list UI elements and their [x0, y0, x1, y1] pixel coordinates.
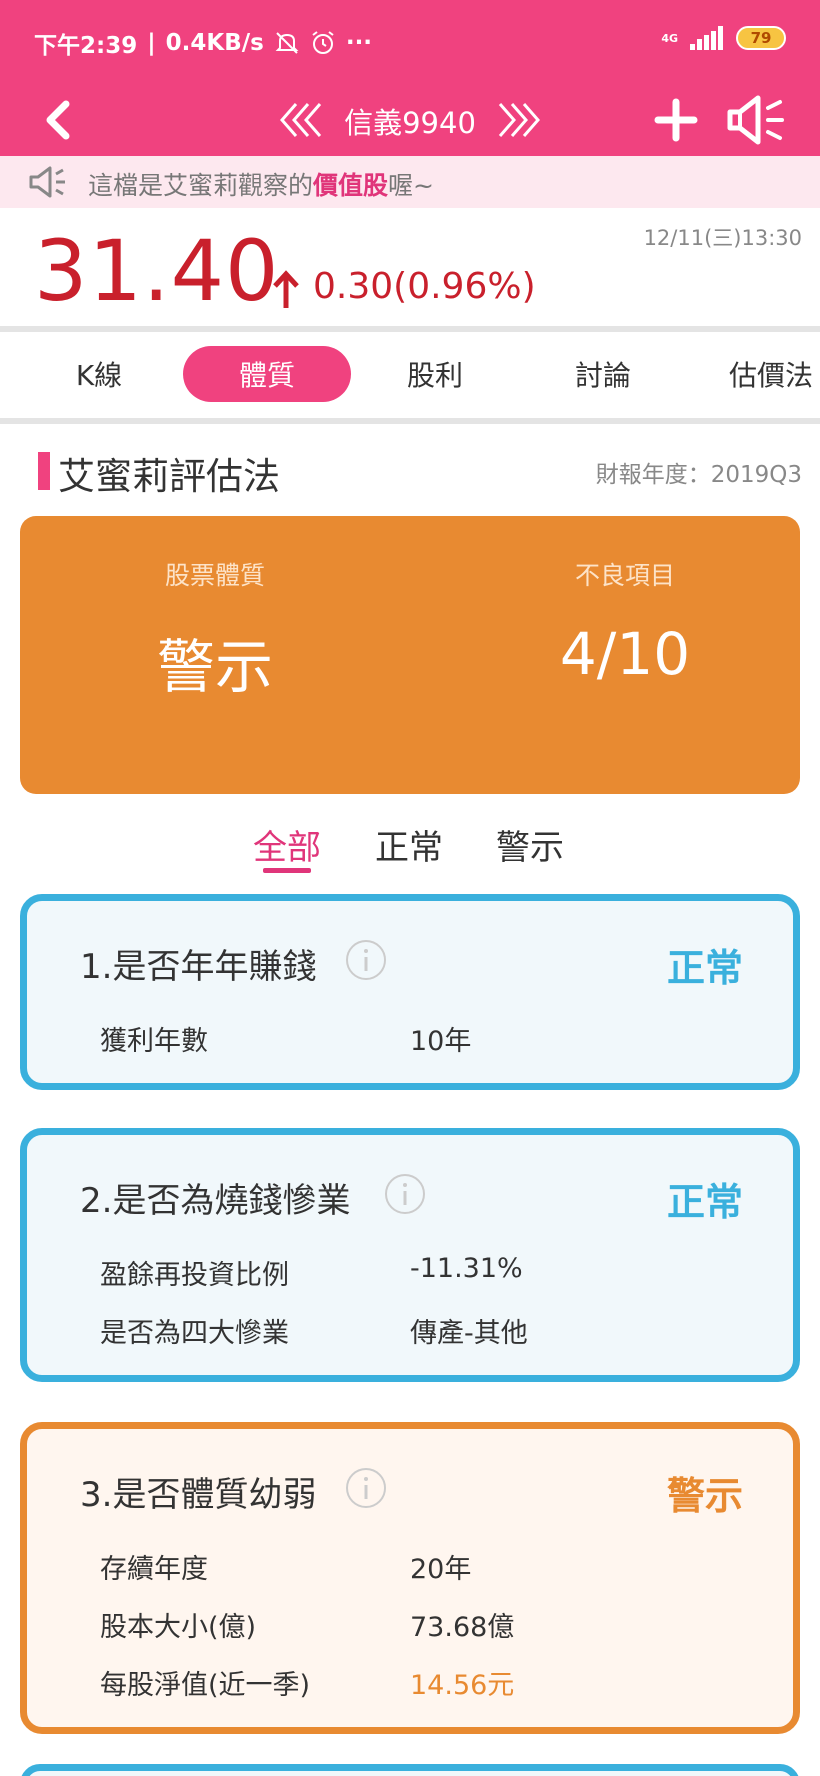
criteria-status: 正常 [666, 1180, 743, 1224]
row-value: 73.68億 [410, 1612, 515, 1643]
tab-quality[interactable]: 體質 [183, 346, 351, 402]
bad-items-value: 4/10 [559, 620, 691, 688]
row-value: 10年 [410, 1026, 472, 1057]
criteria-row: 獲利年數 10年 [27, 1019, 793, 1059]
info-icon[interactable] [345, 939, 387, 981]
criteria-row: 股本大小(億) 73.68億 [27, 1605, 793, 1645]
tab-kline[interactable]: K線 [15, 346, 183, 402]
row-label: 股本大小(億) [100, 1612, 257, 1643]
criteria-title: 2.是否為燒錢慘業 [80, 1181, 351, 1221]
section-accent-bar [38, 452, 50, 490]
price-change: 0.30(0.96%) [313, 266, 536, 307]
quality-summary: 股票體質 警示 [65, 556, 365, 704]
criteria-row: 存續年度 20年 [27, 1547, 793, 1587]
status-left: 下午2:39 | 0.4KB/s ··· [34, 26, 372, 60]
announcement-speaker-icon [29, 166, 65, 198]
criteria-card[interactable] [20, 1764, 800, 1776]
row-label: 獲利年數 [100, 1026, 208, 1057]
filter-all[interactable]: 全部 [253, 820, 321, 869]
section-title: 艾蜜莉評估法 [58, 455, 280, 498]
announcement-text-after: 喔~ [388, 171, 434, 200]
row-label: 是否為四大慘業 [100, 1318, 289, 1349]
status-time: 下午2:39 [34, 33, 138, 59]
back-icon[interactable] [38, 96, 78, 144]
filter-tabs: 全部 正常 警示 [0, 820, 820, 880]
criteria-card[interactable]: 1.是否年年賺錢 正常 獲利年數 10年 [20, 894, 800, 1090]
tab-discussion[interactable]: 討論 [519, 346, 687, 402]
battery-level: 79 [750, 29, 772, 47]
criteria-status: 警示 [666, 1474, 743, 1518]
screen: 下午2:39 | 0.4KB/s ··· 4G 79 信義9940 這檔是艾蜜莉… [0, 0, 820, 1776]
criteria-row: 盈餘再投資比例 -11.31% [27, 1253, 793, 1293]
tab-valuation[interactable]: 估價法 [687, 346, 820, 402]
speaker-icon[interactable] [724, 92, 786, 148]
criteria-card[interactable]: 2.是否為燒錢慘業 正常 盈餘再投資比例 -11.31% 是否為四大慘業 傳產-… [20, 1128, 800, 1382]
current-price: 31.40 [34, 222, 280, 320]
criteria-status: 正常 [666, 946, 743, 990]
status-right: 4G 79 [661, 26, 786, 50]
add-icon[interactable] [652, 96, 700, 144]
report-year: 財報年度：2019Q3 [595, 462, 802, 488]
criteria-row: 每股淨值(近一季) 14.56元 [27, 1663, 793, 1703]
announcement-text-before: 這檔是艾蜜莉觀察的 [88, 171, 314, 200]
row-value: -11.31% [410, 1253, 523, 1284]
summary-card: 股票體質 警示 不良項目 4/10 [20, 516, 800, 794]
announcement-highlight: 價值股 [313, 171, 389, 200]
more-indicator: ··· [345, 30, 373, 56]
quote-panel: 31.40 0.30(0.96%) 12/11(三)13:30 [0, 208, 820, 328]
filter-normal[interactable]: 正常 [375, 820, 443, 869]
nav-bar: 信義9940 [0, 84, 820, 156]
criteria-row: 是否為四大慘業 傳產-其他 [27, 1311, 793, 1351]
row-label: 每股淨值(近一季) [100, 1670, 311, 1701]
signal-icon [690, 26, 723, 50]
prev-stock-icon[interactable] [278, 98, 330, 142]
battery-icon: 79 [736, 26, 786, 50]
stock-title: 信義9940 [344, 106, 476, 140]
status-bar: 下午2:39 | 0.4KB/s ··· 4G 79 [0, 0, 820, 84]
quality-label: 股票體質 [164, 561, 265, 590]
info-icon[interactable] [345, 1467, 387, 1509]
row-label: 盈餘再投資比例 [100, 1260, 289, 1291]
row-value: 14.56元 [410, 1670, 515, 1701]
tab-bar: K線 體質 股利 討論 估價法 [0, 332, 820, 418]
arrow-up-icon [273, 270, 299, 308]
status-net-speed: 0.4KB/s [165, 30, 264, 56]
announcement-text: 這檔是艾蜜莉觀察的價值股喔~ [88, 166, 434, 202]
network-type: 4G [661, 31, 678, 45]
bad-items-summary: 不良項目 4/10 [475, 556, 775, 688]
quality-value: 警示 [156, 633, 273, 701]
bad-items-label: 不良項目 [574, 561, 675, 590]
filter-active-underline [263, 868, 311, 873]
announcement-bar[interactable]: 這檔是艾蜜莉觀察的價值股喔~ [0, 156, 820, 208]
divider [0, 418, 820, 424]
info-icon[interactable] [384, 1173, 426, 1215]
tab-dividend[interactable]: 股利 [351, 346, 519, 402]
filter-warning[interactable]: 警示 [496, 820, 564, 869]
row-value: 傳產-其他 [410, 1318, 528, 1349]
quote-datetime: 12/11(三)13:30 [643, 226, 802, 250]
mute-bell-icon [275, 32, 299, 54]
alarm-icon [312, 31, 334, 54]
criteria-title: 3.是否體質幼弱 [80, 1475, 317, 1515]
row-label: 存續年度 [100, 1554, 208, 1585]
status-separator: | [147, 30, 156, 56]
row-value: 20年 [410, 1554, 472, 1585]
criteria-title: 1.是否年年賺錢 [80, 947, 317, 987]
next-stock-icon[interactable] [490, 98, 542, 142]
criteria-card[interactable]: 3.是否體質幼弱 警示 存續年度 20年 股本大小(億) 73.68億 每股淨值… [20, 1422, 800, 1734]
